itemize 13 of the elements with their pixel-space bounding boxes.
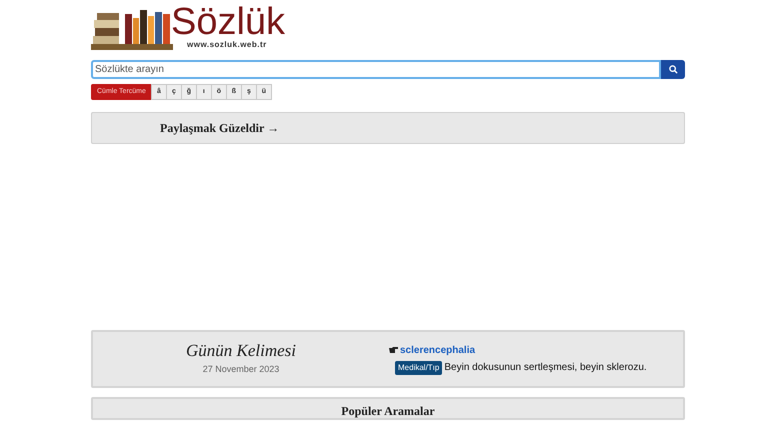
- logo-url: www.sozluk.web.tr: [187, 40, 268, 50]
- share-title: Paylaşmak Güzeldir →: [160, 120, 280, 137]
- word-of-day-date: 27 November 2023: [202, 363, 280, 376]
- logo-title[interactable]: Sözlük: [171, 4, 286, 40]
- search-icon: [668, 65, 678, 74]
- word-definition: Beyin dokusunun sertleşmesi, beyin sklerozu.: [444, 361, 647, 375]
- books-logo-icon: [91, 8, 173, 50]
- category-tag: Medikal/Tıp: [395, 360, 442, 374]
- word-of-day-heading: Günün Kelimesi: [186, 341, 296, 362]
- search-button[interactable]: [661, 60, 685, 79]
- word-link[interactable]: sclerencephalia: [400, 343, 476, 358]
- search-field[interactable]: Sözlükte arayın: [91, 60, 661, 79]
- popular-title: Popüler Aramalar: [341, 403, 435, 418]
